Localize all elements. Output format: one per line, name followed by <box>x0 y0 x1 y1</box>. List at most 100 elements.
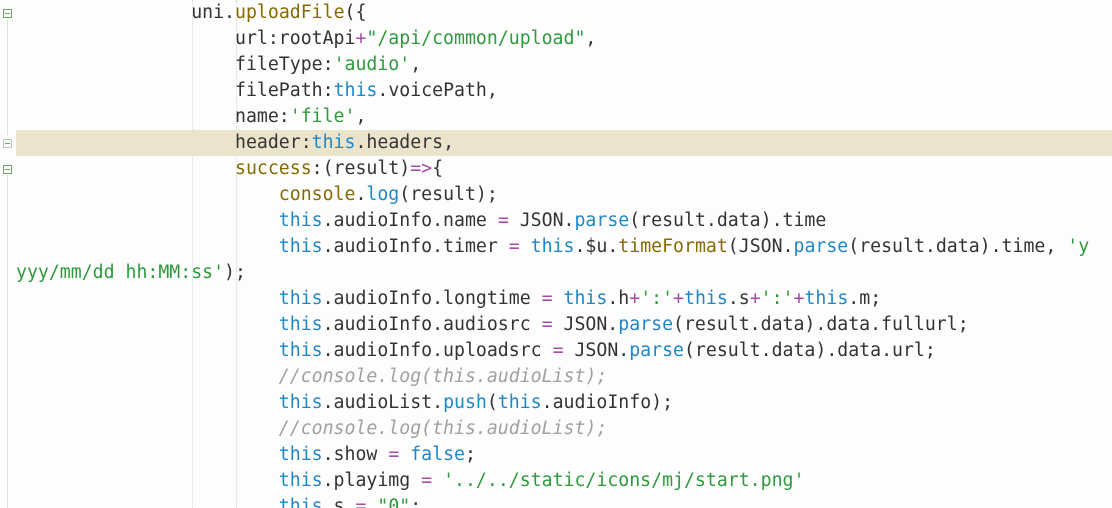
text-token: , <box>585 28 597 49</box>
keyword-token: this <box>530 236 575 257</box>
code-line[interactable]: url:rootApi+"/api/common/upload", <box>16 26 1112 52</box>
operator-token: + <box>793 288 805 309</box>
text-token: :(result) <box>311 158 411 179</box>
text-token: (result.data).data.fullurl; <box>673 314 969 335</box>
text-token: ({ <box>344 2 367 23</box>
keyword-token: this <box>278 236 323 257</box>
keyword-token: this <box>278 392 323 413</box>
keyword-token: this <box>333 80 378 101</box>
text-token: .audioList. <box>322 392 444 413</box>
operator-token: => <box>410 158 433 179</box>
text-token: .voicePath, <box>377 80 498 101</box>
comment-token: //console.log(this.audioList); <box>278 418 608 439</box>
string-token: 'y <box>1067 236 1090 257</box>
keyword-token: parse <box>629 340 684 361</box>
text-token: ( <box>486 392 498 413</box>
text-token: JSON. <box>563 340 630 361</box>
editor-gutter <box>0 0 16 508</box>
text-token: url:rootApi <box>235 28 356 49</box>
keyword-token: this <box>278 340 323 361</box>
string-token: 'audio' <box>333 54 411 75</box>
code-line[interactable]: this.audioInfo.timer = this.$u.timeForma… <box>16 234 1112 260</box>
keyword-token: this <box>278 314 323 335</box>
text-token: .show <box>322 444 389 465</box>
code-line[interactable]: this.audioInfo.name = JSON.parse(result.… <box>16 208 1112 234</box>
function-token: timeFormat <box>618 236 728 257</box>
string-token: yyy/mm/dd hh:MM:ss' <box>16 262 225 283</box>
operator-token: = <box>508 236 520 257</box>
code-line[interactable]: this.playimg = '../../static/icons/mj/st… <box>16 468 1112 494</box>
code-line[interactable]: fileType:'audio', <box>16 52 1112 78</box>
function-token: success <box>235 158 312 179</box>
code-line[interactable]: this.audioList.push(this.audioInfo); <box>16 390 1112 416</box>
code-line[interactable]: this.audioInfo.longtime = this.h+':'+thi… <box>16 286 1112 312</box>
code-editor[interactable]: uni.uploadFile({ url:rootApi+"/api/commo… <box>0 0 1112 508</box>
string-token: ':' <box>640 288 674 309</box>
keyword-token: push <box>443 392 487 413</box>
code-line[interactable]: this.audioInfo.uploadsrc = JSON.parse(re… <box>16 338 1112 364</box>
fold-end-icon[interactable] <box>3 139 12 148</box>
text-token: .audioInfo.name <box>322 210 498 231</box>
keyword-token: parse <box>793 236 849 257</box>
keyword-token: this <box>563 288 608 309</box>
code-line[interactable]: success:(result)=>{ <box>16 156 1112 182</box>
current-code-line[interactable]: header:this.headers, <box>16 130 1112 156</box>
code-line[interactable]: this.audioInfo.audiosrc = JSON.parse(res… <box>16 312 1112 338</box>
fold-toggle-icon[interactable] <box>3 165 12 174</box>
keyword-token: this <box>278 496 323 508</box>
operator-token: + <box>629 288 641 309</box>
text-token: (result.data).data.url; <box>683 340 936 361</box>
code-line[interactable]: //console.log(this.audioList); <box>16 416 1112 442</box>
string-token: ':' <box>760 288 794 309</box>
operator-token: = <box>541 314 553 335</box>
keyword-token: this <box>684 288 728 309</box>
operator-token: + <box>355 28 367 49</box>
operator-token: = <box>497 210 509 231</box>
text-token: uni. <box>191 2 236 23</box>
code-line[interactable]: console.log(result); <box>16 182 1112 208</box>
code-line[interactable]: //console.log(this.audioList); <box>16 364 1112 390</box>
text-token: ); <box>224 262 246 283</box>
string-token: "0" <box>377 496 411 508</box>
text-token: .s <box>322 496 356 508</box>
keyword-token: this <box>278 210 323 231</box>
fold-toggle-icon[interactable] <box>3 9 12 18</box>
code-line[interactable]: this.show = false; <box>16 442 1112 468</box>
code-lines[interactable]: uni.uploadFile({ url:rootApi+"/api/commo… <box>16 0 1112 508</box>
code-line[interactable]: this.s = "0"; <box>16 494 1112 508</box>
text-token: fileType: <box>235 54 334 75</box>
operator-token: = <box>541 288 553 309</box>
code-line[interactable]: uni.uploadFile({ <box>16 0 1112 26</box>
text-token: .audioInfo.uploadsrc <box>322 340 553 361</box>
text-token: .$u. <box>574 236 619 257</box>
operator-token: + <box>673 288 684 309</box>
keyword-token: parse <box>574 210 630 231</box>
comment-token: //console.log(this.audioList); <box>278 366 608 387</box>
string-token: '../../static/icons/mj/start.png' <box>443 470 805 491</box>
string-token: "/api/common/upload" <box>366 28 586 49</box>
code-line[interactable]: name:'file', <box>16 104 1112 130</box>
keyword-token: false <box>410 444 465 465</box>
keyword-token: this <box>278 470 323 491</box>
text-token: JSON. <box>552 314 619 335</box>
code-line[interactable]: filePath:this.voicePath, <box>16 78 1112 104</box>
code-line[interactable]: yyy/mm/dd hh:MM:ss'); <box>16 260 1112 286</box>
text-token: . <box>355 184 367 205</box>
text-token: .s <box>727 288 750 309</box>
text-token: name: <box>235 106 290 127</box>
